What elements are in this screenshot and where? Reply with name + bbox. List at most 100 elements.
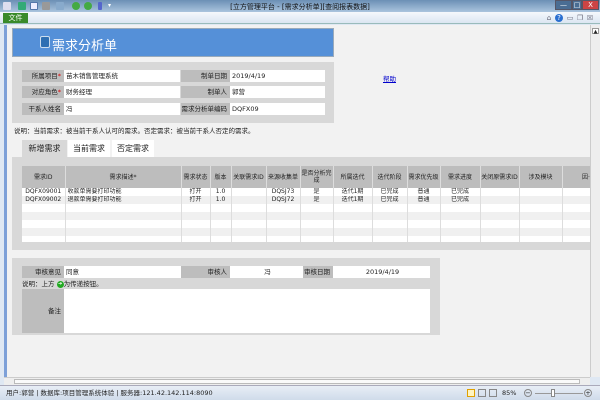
table-cell[interactable]: 迭代1期 [333, 188, 373, 196]
zoom-out-button[interactable]: − [524, 389, 532, 397]
reviewer-label: 审核人 [181, 266, 230, 278]
table-cell[interactable] [562, 196, 590, 204]
close-doc-icon[interactable]: ☒ [586, 14, 594, 22]
empty-row[interactable] [22, 212, 590, 220]
empty-row[interactable] [22, 236, 590, 242]
tab-new-requirements[interactable]: 新增需求 [22, 140, 67, 157]
column-header[interactable]: 需求描述* [65, 166, 182, 188]
project-label: 所属项目* [22, 70, 64, 82]
code-field[interactable]: DQFX09 [230, 103, 325, 115]
table-cell[interactable] [562, 188, 590, 196]
zoom-slider-handle[interactable] [551, 389, 555, 397]
opinion-field[interactable]: 同意 [64, 266, 181, 278]
column-header[interactable]: 关联需求ID [231, 166, 267, 188]
table-cell[interactable]: 普通 [407, 196, 441, 204]
layout-view-icon[interactable] [489, 389, 497, 397]
minimize-button[interactable]: — [555, 0, 572, 10]
table-cell[interactable]: 已完成 [372, 188, 408, 196]
column-header[interactable]: 版本 [210, 166, 232, 188]
stakeholder-field[interactable]: 冯 [64, 103, 180, 115]
table-row[interactable]: DQFX09002 退款单需要打印功能 打开 1.0 DQSJ72 是迭代1期 已完成 普通已… [22, 196, 590, 204]
column-header[interactable]: 来源收集单 [266, 166, 301, 188]
table-cell[interactable]: 是 [300, 188, 334, 196]
table-cell[interactable]: 收款单需要打印功能 [65, 188, 182, 196]
column-header[interactable]: 是否分析完成 [300, 166, 334, 188]
table-cell[interactable]: DQFX09001 [22, 188, 66, 196]
table-cell[interactable]: 1.0 [210, 196, 232, 204]
table-cell[interactable]: 打开 [181, 196, 211, 204]
table-cell[interactable]: 打开 [181, 188, 211, 196]
table-cell[interactable]: DQSJ72 [266, 196, 301, 204]
page-title: 需求分析单 [52, 39, 118, 54]
table-cell[interactable]: DQSJ73 [266, 188, 301, 196]
status-text: 用户:郭营 | 数据库:项目管理系统体验 | 服务器:121.42.142.11… [6, 389, 213, 397]
remark-label: 备注 [22, 289, 64, 333]
document-stack-icon [40, 36, 50, 48]
status-bar: 用户:郭营 | 数据库:项目管理系统体验 | 服务器:121.42.142.11… [0, 385, 600, 400]
pass-arrow-icon: ➜ [56, 280, 64, 288]
column-header[interactable]: 关闭原需求ID [480, 166, 520, 188]
opinion-label: 审核意见 [22, 266, 64, 278]
scroll-up-icon[interactable]: ▲ [592, 28, 599, 35]
table-cell[interactable]: 退款单需要打印功能 [65, 196, 182, 204]
zoom-in-button[interactable]: + [584, 389, 592, 397]
table-cell[interactable] [480, 188, 520, 196]
column-header[interactable]: 需求状态 [181, 166, 211, 188]
zoom-slider[interactable] [535, 393, 583, 394]
table-cell[interactable]: 1.0 [210, 188, 232, 196]
column-header[interactable]: 需求ID [22, 166, 66, 188]
date-label: 制单日期 [181, 70, 230, 82]
maximize-button[interactable]: □ [572, 0, 582, 10]
help-icon[interactable]: ? [555, 14, 563, 22]
column-header[interactable]: 迭代阶段 [372, 166, 408, 188]
role-field[interactable]: 财务经理 [64, 86, 180, 98]
table-cell[interactable]: 普通 [407, 188, 441, 196]
tab-rejected-requirements[interactable]: 否定需求 [112, 140, 154, 157]
collapse-ribbon-icon[interactable]: ⌂ [545, 14, 553, 22]
table-cell[interactable] [519, 188, 563, 196]
column-header[interactable]: 涉及模块 [519, 166, 563, 188]
table-cell[interactable]: DQFX09002 [22, 196, 66, 204]
vertical-scrollbar[interactable]: ▲ [590, 25, 600, 377]
zoom-level: 85% [502, 389, 517, 397]
minimize-doc-icon[interactable]: ▭ [566, 14, 574, 22]
review-date-field[interactable]: 2019/4/19 [333, 266, 430, 278]
column-header[interactable]: 需求优先级 [407, 166, 441, 188]
empty-row[interactable] [22, 204, 590, 212]
table-cell[interactable]: 迭代1期 [333, 196, 373, 204]
table-cell[interactable] [231, 196, 267, 204]
review-date-label: 审核日期 [303, 266, 333, 278]
code-label: 需求分析单编码 [181, 103, 230, 115]
maker-label: 制单人 [181, 86, 230, 98]
project-field[interactable]: 苗木销售管理系统 [64, 70, 180, 82]
window-title: [立方管理平台 - [需求分析单][查阅报表数据] [230, 3, 370, 11]
note-text: 说明：当前需求：被当前干系人认可的需求。否定需求：被当前干系人否定的需求。 [14, 127, 255, 135]
close-button[interactable]: X [582, 0, 599, 10]
table-row[interactable]: DQFX09001 收款单需要打印功能 打开 1.0 DQSJ73 是迭代1期 已完成 普通已… [22, 188, 590, 196]
table-cell[interactable]: 已完成 [440, 188, 481, 196]
maker-field[interactable]: 郭营 [230, 86, 325, 98]
remark-field[interactable] [64, 289, 430, 333]
table-cell[interactable] [519, 196, 563, 204]
table-cell[interactable] [231, 188, 267, 196]
empty-row[interactable] [22, 220, 590, 228]
reviewer-field[interactable]: 冯 [230, 266, 303, 278]
empty-row[interactable] [22, 228, 590, 236]
column-header[interactable]: 需求进度 [440, 166, 481, 188]
column-header[interactable]: 因·关闭 [562, 166, 590, 188]
date-field[interactable]: 2019/4/19 [230, 70, 325, 82]
stakeholder-label: 干系人姓名 [22, 103, 64, 115]
page-view-icon[interactable] [478, 389, 486, 397]
tab-current-requirements[interactable]: 当前需求 [68, 140, 110, 157]
file-tab[interactable]: 文件 [3, 13, 28, 23]
table-cell[interactable] [480, 196, 520, 204]
column-header[interactable]: 所属迭代 [333, 166, 373, 188]
table-cell[interactable]: 是 [300, 196, 334, 204]
help-link[interactable]: 帮助 [383, 73, 396, 83]
requirements-grid: 需求ID 需求描述* 需求状态 版本 关联需求ID 来源收集单 是否分析完成 所属迭代 迭代阶段… [22, 166, 590, 242]
horizontal-scrollbar[interactable] [4, 377, 590, 385]
restore-doc-icon[interactable]: ❐ [576, 14, 584, 22]
table-cell[interactable]: 已完成 [440, 196, 481, 204]
table-cell[interactable]: 已完成 [372, 196, 408, 204]
normal-view-icon[interactable] [467, 389, 475, 397]
